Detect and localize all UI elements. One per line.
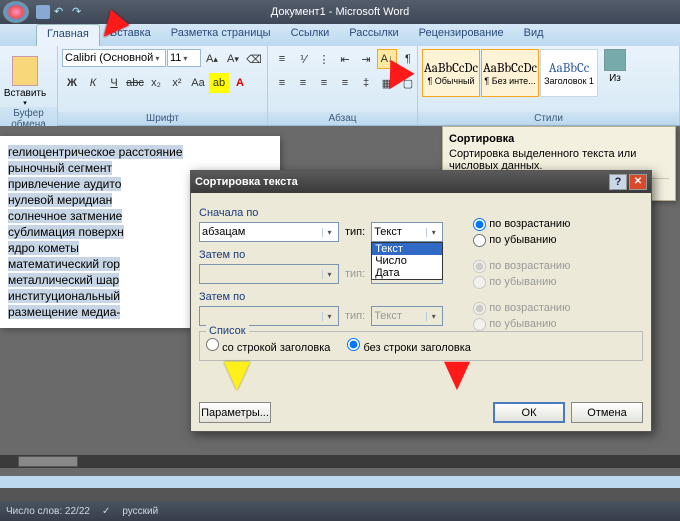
- sort-field-select[interactable]: абзацам▾: [199, 222, 339, 242]
- qat-undo-icon[interactable]: ↶: [54, 5, 68, 19]
- clear-format-icon[interactable]: ⌫: [244, 49, 264, 69]
- group-label-paragraph: Абзац: [268, 112, 417, 125]
- horizontal-scrollbar[interactable]: [0, 455, 680, 468]
- text-line[interactable]: математический гор: [8, 257, 120, 271]
- dialog-title: Сортировка текста: [195, 176, 298, 188]
- asc-radio-1[interactable]: по возрастанию: [473, 218, 570, 231]
- font-name-combo[interactable]: Calibri (Основной▾: [62, 49, 166, 67]
- style-normal[interactable]: AaBbCcDc ¶ Обычный: [422, 49, 480, 97]
- tab-view[interactable]: Вид: [514, 24, 554, 46]
- text-line[interactable]: институциональный: [8, 289, 120, 303]
- tooltip-title: Сортировка: [449, 133, 669, 145]
- text-line[interactable]: рыночный сегмент: [8, 161, 112, 175]
- multilevel-button[interactable]: ⋮: [314, 49, 334, 69]
- bullets-button[interactable]: ≡: [272, 49, 292, 69]
- text-line[interactable]: металлический шар: [8, 273, 119, 287]
- list-fieldset: Список со строкой заголовка без строки з…: [199, 331, 643, 361]
- qat-redo-icon[interactable]: ↷: [72, 5, 86, 19]
- dialog-help-button[interactable]: ?: [609, 174, 627, 190]
- window-title: Документ1 - Microsoft Word: [271, 6, 409, 18]
- grow-font-icon[interactable]: A▴: [202, 49, 222, 69]
- clipboard-icon: [12, 56, 38, 86]
- superscript-button[interactable]: x²: [167, 73, 187, 93]
- tooltip-body: Сортировка выделенного текста или числов…: [449, 148, 669, 172]
- scrollbar-thumb[interactable]: [18, 456, 78, 467]
- qat-save-icon[interactable]: [36, 5, 50, 19]
- change-styles-button[interactable]: Из: [604, 49, 626, 84]
- spellcheck-icon[interactable]: ✓: [102, 506, 110, 517]
- sort-field-select-2[interactable]: ▾: [199, 264, 339, 284]
- params-button[interactable]: Параметры...: [199, 402, 271, 423]
- desc-radio-1[interactable]: по убыванию: [473, 234, 570, 247]
- text-line[interactable]: размещение медиа-: [8, 305, 120, 319]
- shrink-font-icon[interactable]: A▾: [223, 49, 243, 69]
- paste-button[interactable]: Вставить ▾: [4, 49, 46, 107]
- annotation-arrow-3: [444, 362, 470, 391]
- justify-button[interactable]: ≡: [335, 73, 355, 93]
- asc-radio-2: по возрастанию: [473, 260, 570, 273]
- cancel-button[interactable]: Отмена: [571, 402, 643, 423]
- office-button[interactable]: [3, 1, 29, 23]
- line-spacing-button[interactable]: ‡: [356, 73, 376, 93]
- sort-type-select[interactable]: Текст▾: [371, 222, 443, 242]
- highlight-button[interactable]: ab: [209, 73, 229, 93]
- desc-radio-3: по убыванию: [473, 318, 570, 331]
- then-by-label-2: Затем по: [199, 291, 643, 303]
- font-size-combo[interactable]: 11▾: [167, 49, 201, 67]
- bold-button[interactable]: Ж: [62, 73, 82, 93]
- type-label: тип:: [345, 226, 365, 238]
- ribbon: Вставить ▾ Буфер обмена Calibri (Основно…: [0, 46, 680, 126]
- type-option-number[interactable]: Число: [372, 255, 442, 267]
- sort-type-dropdown-list[interactable]: Текст Число Дата: [371, 242, 443, 280]
- group-label-styles: Стили: [418, 112, 679, 125]
- align-left-button[interactable]: ≡: [272, 73, 292, 93]
- sort-type-select-3: Текст▾: [371, 306, 443, 326]
- type-option-date[interactable]: Дата: [372, 267, 442, 279]
- ok-button[interactable]: ОК: [493, 402, 565, 423]
- dialog-close-button[interactable]: ✕: [629, 174, 647, 190]
- tab-layout[interactable]: Разметка страницы: [161, 24, 281, 46]
- align-center-button[interactable]: ≡: [293, 73, 313, 93]
- indent-dec-button[interactable]: ⇤: [335, 49, 355, 69]
- dialog-titlebar[interactable]: Сортировка текста ? ✕: [191, 171, 651, 193]
- status-language[interactable]: русский: [122, 506, 158, 517]
- text-line[interactable]: нулевой меридиан: [8, 193, 112, 207]
- text-line[interactable]: сублимация поверхн: [8, 225, 124, 239]
- align-right-button[interactable]: ≡: [314, 73, 334, 93]
- sort-first-label: Сначала по: [199, 207, 643, 219]
- tab-references[interactable]: Ссылки: [281, 24, 340, 46]
- style-nospacing[interactable]: AaBbCcDc ¶ Без инте...: [481, 49, 539, 97]
- strike-button[interactable]: abc: [125, 73, 145, 93]
- sort-field-select-3: ▾: [199, 306, 339, 326]
- italic-button[interactable]: К: [83, 73, 103, 93]
- font-color-button[interactable]: A: [230, 73, 250, 93]
- asc-radio-3: по возрастанию: [473, 302, 570, 315]
- group-label-font: Шрифт: [58, 112, 267, 125]
- text-line[interactable]: солнечное затмение: [8, 209, 122, 223]
- style-heading1[interactable]: AaBbCc Заголовок 1: [540, 49, 598, 97]
- tab-review[interactable]: Рецензирование: [409, 24, 514, 46]
- subscript-button[interactable]: x₂: [146, 73, 166, 93]
- without-header-radio[interactable]: без строки заголовка: [347, 342, 470, 354]
- statusbar: Число слов: 22/22 ✓ русский: [0, 501, 680, 521]
- type-option-text[interactable]: Текст: [372, 243, 442, 255]
- desc-radio-2: по убыванию: [473, 276, 570, 289]
- paste-label: Вставить: [4, 88, 46, 99]
- indent-inc-button[interactable]: ⇥: [356, 49, 376, 69]
- text-line[interactable]: привлечение аудито: [8, 177, 121, 191]
- numbering-button[interactable]: ⅟: [293, 49, 313, 69]
- tab-mailings[interactable]: Рассылки: [339, 24, 408, 46]
- text-line[interactable]: ядро кометы: [8, 241, 79, 255]
- list-legend: Список: [206, 325, 249, 337]
- status-words[interactable]: Число слов: 22/22: [6, 506, 90, 517]
- change-case-button[interactable]: Aa: [188, 73, 208, 93]
- with-header-radio[interactable]: со строкой заголовка: [206, 342, 330, 354]
- tab-home[interactable]: Главная: [36, 24, 100, 46]
- text-line[interactable]: гелиоцентрическое расстояние: [8, 145, 183, 159]
- annotation-arrow-4: [224, 362, 250, 391]
- sort-dialog: Сортировка текста ? ✕ Сначала по абзацам…: [190, 170, 652, 432]
- underline-button[interactable]: Ч: [104, 73, 124, 93]
